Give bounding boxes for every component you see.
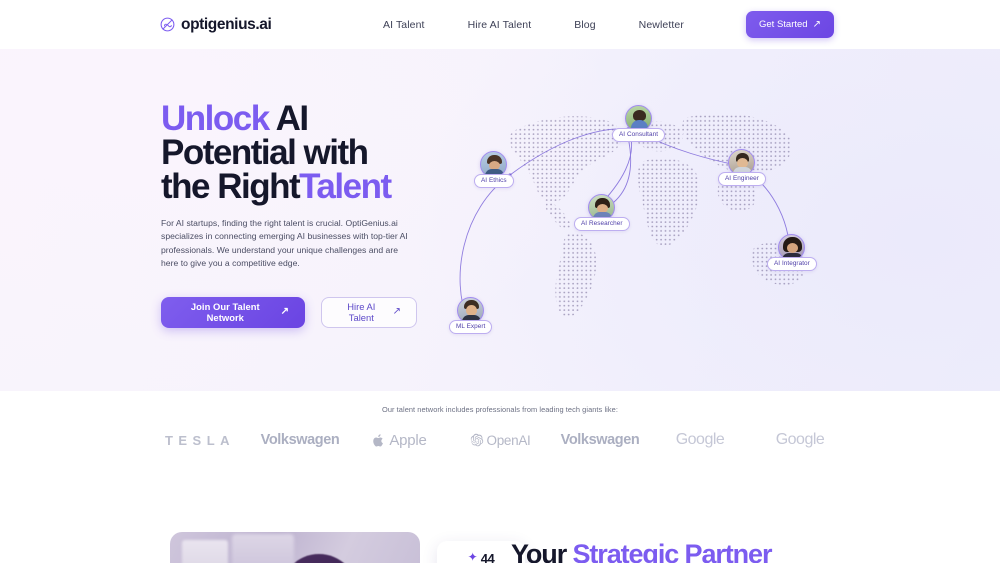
arrow-up-right-icon: ↗ — [812, 18, 821, 30]
section-title-part2: Strategic Partner — [572, 539, 773, 563]
logos-caption: Our talent network includes professional… — [382, 405, 618, 414]
logo-google-label-2: Google — [775, 431, 825, 448]
map-node-label: AI Engineer — [718, 172, 766, 186]
talent-network-map: AI Consultant AI Ethics AI Researcher AI… — [440, 89, 840, 339]
map-node-ai-engineer[interactable]: AI Engineer — [718, 149, 766, 186]
get-started-label: Get Started — [759, 19, 808, 30]
logo-apple-label: Apple — [389, 431, 427, 449]
map-node-label: AI Researcher — [574, 217, 630, 231]
section-title-part1: Your — [511, 539, 573, 563]
logo-volkswagen-label: Volkswagen — [260, 432, 340, 448]
nav-link-blog[interactable]: Blog — [574, 19, 595, 31]
logo-google-2[interactable]: Google — [750, 431, 850, 449]
map-node-ai-ethics[interactable]: AI Ethics — [474, 151, 514, 188]
logo-openai[interactable]: OpenAI — [450, 433, 550, 448]
join-talent-network-button[interactable]: Join Our Talent Network ↗ — [161, 296, 306, 328]
stat-value: 44 — [480, 551, 495, 563]
map-node-label: AI Integrator — [767, 257, 817, 271]
apple-icon — [373, 433, 384, 447]
openai-icon — [470, 433, 483, 447]
top-navbar: optigenius.ai AI Talent Hire AI Talent B… — [0, 0, 1000, 49]
map-node-label: AI Ethics — [474, 174, 514, 188]
nav-links: AI Talent Hire AI Talent Blog Newletter — [383, 19, 684, 31]
team-photo-card: AI Researcher — [170, 532, 420, 563]
hero-cta-group: Join Our Talent Network ↗ Hire AI Talent… — [161, 296, 417, 328]
headline-accent-2: Talent — [299, 167, 392, 206]
client-logos-section: Our talent network includes professional… — [0, 391, 1000, 501]
map-node-label: AI Consultant — [612, 128, 666, 142]
logo-tesla-label: TESLA — [164, 432, 236, 448]
photo-person — [280, 554, 358, 563]
hero-section: Unlock AI Potential with the RightTalent… — [0, 49, 1000, 391]
map-node-ai-integrator[interactable]: AI Integrator — [767, 234, 817, 271]
nav-link-ai-talent[interactable]: AI Talent — [383, 19, 425, 31]
strategic-partner-section: AI Researcher ✦ 44 Your Strategic Partne… — [0, 501, 1000, 563]
get-started-button[interactable]: Get Started ↗ — [746, 11, 834, 38]
hero-subtext: For AI startups, finding the right talen… — [161, 218, 408, 269]
landing-page: optigenius.ai AI Talent Hire AI Talent B… — [0, 0, 1000, 563]
join-talent-network-label: Join Our Talent Network — [190, 301, 260, 324]
hero-copy: Unlock AI Potential with the RightTalent… — [161, 101, 417, 328]
hire-ai-talent-button[interactable]: Hire AI Talent ↗ — [321, 296, 417, 328]
logo-volkswagen-2[interactable]: Volkswagen — [550, 432, 650, 448]
nav-link-newletter[interactable]: Newletter — [639, 19, 684, 31]
brand-logo[interactable]: optigenius.ai — [160, 15, 272, 34]
logo-volkswagen-label-2: Volkswagen — [560, 432, 640, 448]
logos-row: TESLA Volkswagen Apple OpenAI Volkswagen… — [0, 431, 1000, 449]
logo-tesla[interactable]: TESLA — [150, 433, 250, 448]
brand-name: optigenius.ai — [181, 15, 272, 33]
optigenius-logo-icon — [160, 17, 175, 32]
map-node-label: ML Expert — [449, 320, 493, 334]
arrow-up-right-icon: ↗ — [392, 306, 401, 318]
logo-google-1[interactable]: Google — [650, 431, 750, 449]
map-node-ai-researcher[interactable]: AI Researcher — [574, 194, 630, 231]
map-node-ml-expert[interactable]: ML Expert — [449, 297, 493, 334]
logo-apple[interactable]: Apple — [350, 432, 450, 449]
page-title: Unlock AI Potential with the RightTalent — [161, 101, 417, 206]
logo-google-label: Google — [675, 431, 725, 448]
nav-link-hire-ai-talent[interactable]: Hire AI Talent — [468, 19, 532, 31]
logo-volkswagen-1[interactable]: Volkswagen — [250, 432, 350, 448]
map-node-ai-consultant[interactable]: AI Consultant — [612, 105, 666, 142]
hire-ai-talent-label: Hire AI Talent — [347, 301, 376, 324]
section-title: Your Strategic Partner — [511, 539, 773, 563]
star-icon: ✦ — [467, 550, 478, 563]
logo-openai-label: OpenAI — [486, 432, 531, 448]
arrow-up-right-icon: ↗ — [280, 306, 290, 318]
